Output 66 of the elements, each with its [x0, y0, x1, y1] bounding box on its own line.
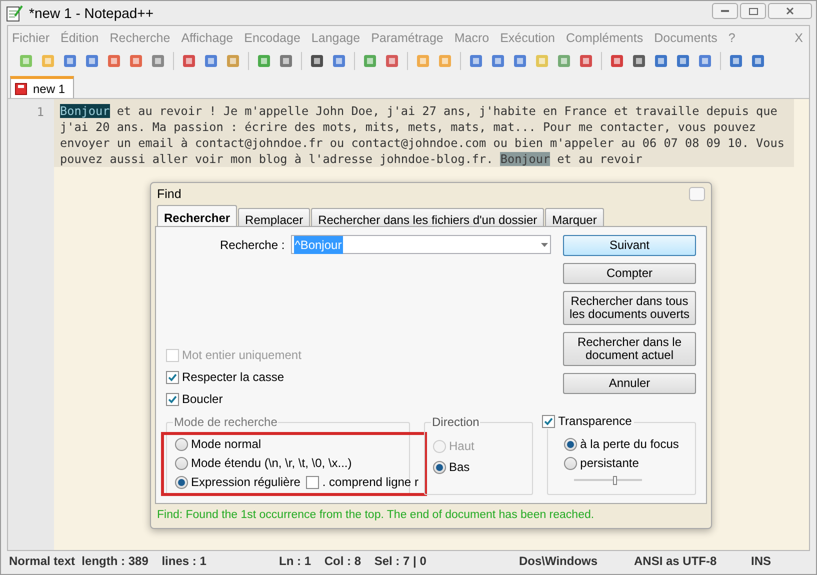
radio-button[interactable]: [175, 457, 188, 470]
checkbox[interactable]: [542, 415, 556, 428]
maximize-button[interactable]: [740, 3, 766, 19]
menu-item[interactable]: Affichage: [181, 28, 234, 48]
menu-item[interactable]: Encodage: [244, 28, 300, 48]
checkbox[interactable]: [166, 370, 179, 384]
window-title: *new 1 - Notepad++: [29, 4, 154, 23]
dialog-button[interactable]: Rechercher dans le document actuel: [563, 332, 696, 366]
radio-button[interactable]: [564, 438, 578, 451]
checkbox-label: . comprend ligne r: [322, 475, 418, 490]
search-label: Recherche :: [220, 236, 285, 254]
radio-label: persistante: [580, 456, 639, 471]
transparency-slider[interactable]: [574, 475, 642, 485]
editor-text: Bonjour et au revoir ! Je m'appelle John Doe, j'ai 27 ans, j'habite en France et travaille depuis que j'ai 20 ans. Ma passion : écrire des mots, mits, mets, mats, mat... Pour me contacter, vous pouvez envoyer un email à contact@johndoe.fr ou contact@johndoe.com ou bien m'appeler au 06 07 08 09 10. Vous pouvez aussi aller voir mon blog à l'adresse johndoe-blog.fr. Bonjour et au revoir: [54, 99, 794, 167]
status-field: Dos\Windows: [519, 552, 634, 570]
menu-item[interactable]: Recherche: [110, 28, 170, 48]
menu-item[interactable]: Paramétrage: [371, 28, 444, 48]
menu-item[interactable]: Exécution: [500, 28, 555, 48]
close-icon: [786, 7, 794, 15]
dialog-tab[interactable]: Remplacer: [238, 208, 310, 227]
radio-label: Expression régulière: [191, 475, 300, 490]
radio-button[interactable]: [175, 476, 188, 489]
menu-item[interactable]: Langage: [311, 28, 360, 48]
status-field: Normal text length : 389 lines : 1: [9, 552, 279, 570]
menu-item[interactable]: ?: [728, 28, 736, 48]
status-field: Ln : 1 Col : 8 Sel : 7 | 0: [279, 552, 519, 570]
slider-thumb[interactable]: [612, 476, 617, 484]
dialog-tab[interactable]: Rechercher: [157, 205, 238, 227]
close-button[interactable]: [768, 3, 812, 19]
close-document-button[interactable]: X: [794, 28, 803, 48]
radio-label: à la perte du focus: [580, 437, 679, 452]
option-label: Mot entier uniquement: [182, 347, 302, 364]
minimize-button[interactable]: [712, 3, 738, 19]
dialog-title: Find: [157, 186, 182, 203]
dialog-button[interactable]: Compter: [563, 263, 696, 284]
dialog-button[interactable]: Suivant: [563, 235, 696, 256]
dialog-tab[interactable]: Rechercher dans les fichiers d'un dossier: [311, 208, 544, 227]
option-label: Boucler: [182, 391, 223, 408]
status-field: INS: [751, 552, 772, 570]
line-number: 1: [36, 104, 44, 119]
radio-label: Bas: [449, 460, 470, 475]
checkbox-label: Transparence: [558, 414, 632, 429]
menu-item[interactable]: Édition: [60, 28, 99, 48]
radio-label: Mode normal: [191, 437, 262, 452]
menu-item[interactable]: Documents: [654, 28, 718, 48]
radio-label: Haut: [449, 439, 474, 454]
menu-item[interactable]: Fichier: [12, 28, 50, 48]
dialog-button[interactable]: Rechercher dans tous les documents ouverts: [563, 291, 696, 325]
dropdown-arrow-icon[interactable]: [541, 242, 548, 246]
menu-item[interactable]: Compléments: [566, 28, 644, 48]
radio-button[interactable]: [564, 457, 578, 470]
menu-item[interactable]: Macro: [454, 28, 490, 48]
checkbox[interactable]: [166, 392, 179, 406]
radio-button[interactable]: [175, 438, 188, 451]
dialog-tab[interactable]: Marquer: [545, 208, 604, 227]
notepad-icon: [5, 4, 23, 22]
document-tab[interactable]: new 1: [10, 76, 74, 98]
checkbox[interactable]: [306, 476, 320, 489]
unsaved-file-icon: [15, 82, 27, 94]
radio-label: Mode étendu (\n, \r, \t, \0, \x...): [191, 456, 352, 471]
status-message: Find: Found the 1st occurrence from the top. The end of document has been reached.: [156, 508, 596, 523]
search-field[interactable]: ^Bonjour: [290, 235, 551, 254]
option-label: Respecter la casse: [182, 369, 284, 386]
status-field: ANSI as UTF-8: [634, 552, 751, 570]
dialog-button[interactable]: Annuler: [563, 373, 696, 394]
radio-button[interactable]: [433, 461, 446, 474]
